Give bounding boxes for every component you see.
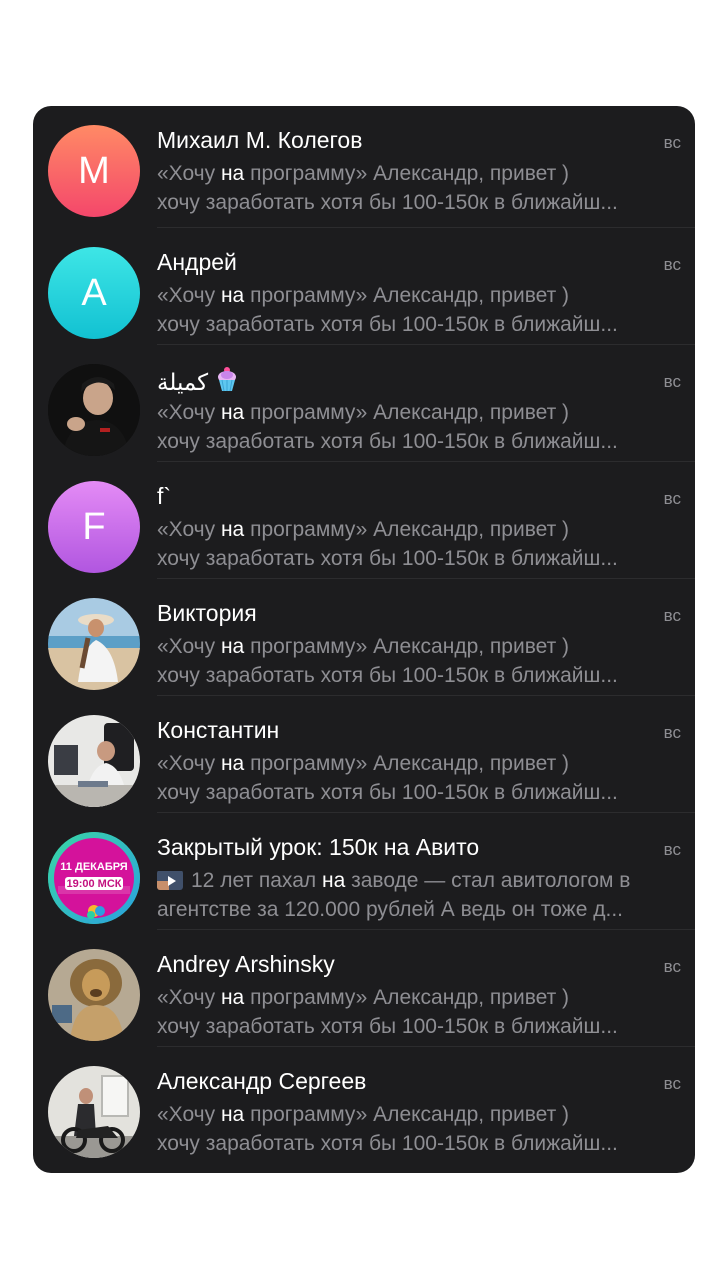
preview-text: программу» Александр, привет ) (244, 518, 570, 541)
preview-line-2: хочу заработать хотя бы 100-150к в ближа… (157, 664, 618, 687)
preview-text: программу» Александр, привет ) (244, 635, 570, 658)
chat-name-text: Закрытый урок: 150к на Авито (157, 834, 480, 860)
preview-highlight: на (321, 869, 346, 892)
chat-name-text: Михаил М. Колегов (157, 127, 363, 153)
chat-time: вс (663, 133, 681, 152)
chat-row[interactable]: А Андрей вс «Хочу на программу» Александ… (33, 228, 695, 345)
preview-text: программу» Александр, привет ) (244, 752, 570, 775)
preview-line-2: агентстве за 120.000 рублей А ведь он то… (157, 898, 623, 921)
avatar-letter: А (81, 271, 107, 314)
motorcycle-photo-icon (48, 1066, 140, 1158)
preview-text: «Хочу (157, 401, 221, 424)
message-preview: 12 лет пахал на заводе — стал авитологом… (157, 866, 681, 924)
preview-text: программу» Александр, привет ) (244, 1103, 570, 1126)
preview-highlight: на (220, 162, 245, 185)
chat-time: вс (663, 372, 681, 391)
preview-line-2: хочу заработать хотя бы 100-150к в ближа… (157, 547, 618, 570)
chat-row[interactable]: М Михаил М. Колегов вс «Хочу на программ… (33, 106, 695, 228)
beach-photo-icon (48, 598, 140, 690)
event-hour: 19:00 МСК (66, 878, 122, 890)
preview-text: «Хочу (157, 1103, 221, 1126)
chat-time: вс (663, 723, 681, 742)
preview-line-2: хочу заработать хотя бы 100-150к в ближа… (157, 313, 618, 336)
preview-highlight: на (220, 986, 245, 1009)
chat-name-text: Андрей (157, 249, 237, 275)
chat-row[interactable]: كميلة вс «Хочу на программу» Александр, … (33, 345, 695, 462)
video-thumbnail-icon (157, 870, 183, 890)
preview-line-2: хочу заработать хотя бы 100-150к в ближа… (157, 191, 618, 214)
chat-row[interactable]: Константин вс «Хочу на программу» Алекса… (33, 696, 695, 813)
chat-name-text: كميلة (157, 368, 209, 395)
chat-name-text: Виктория (157, 600, 257, 626)
chat-name-text: Александр Сергеев (157, 1068, 367, 1094)
message-preview: «Хочу на программу» Александр, привет ) … (157, 281, 681, 339)
chat-name: Andrey Arshinsky (157, 951, 335, 978)
preview-text: программу» Александр, привет ) (244, 284, 570, 307)
message-preview: «Хочу на программу» Александр, привет ) … (157, 515, 681, 573)
chat-name-text: Константин (157, 717, 280, 743)
cupcake-icon (216, 366, 238, 398)
avatar-letter: F (82, 505, 106, 548)
chat-name: Закрытый урок: 150к на Авито (157, 834, 479, 861)
chat-name: Андрей (157, 249, 237, 276)
preview-text: «Хочу (157, 162, 221, 185)
avatar-letter: М (78, 149, 110, 192)
chat-time: вс (663, 1074, 681, 1093)
person-in-black-photo-icon (48, 364, 140, 456)
event-date: 11 ДЕКАБРЯ (60, 861, 128, 873)
chat-row[interactable]: Александр Сергеев вс «Хочу на программу»… (33, 1047, 695, 1164)
preview-highlight: на (220, 635, 245, 658)
avatar: F (48, 481, 140, 573)
chat-list: М Михаил М. Колегов вс «Хочу на программ… (33, 106, 695, 1173)
message-preview: «Хочу на программу» Александр, привет ) … (157, 1100, 681, 1158)
preview-text: «Хочу (157, 986, 221, 1009)
preview-line-2: хочу заработать хотя бы 100-150к в ближа… (157, 430, 618, 453)
preview-text: программу» Александр, привет ) (244, 162, 570, 185)
preview-text: «Хочу (157, 518, 221, 541)
chat-name: Константин (157, 717, 279, 744)
preview-highlight: на (220, 518, 245, 541)
chat-time: вс (663, 489, 681, 508)
preview-highlight: на (220, 1103, 245, 1126)
chat-name-text: Andrey Arshinsky (157, 951, 335, 977)
preview-text: «Хочу (157, 752, 221, 775)
event-badge-icon: 11 ДЕКАБРЯ 19:00 МСК (48, 832, 140, 924)
preview-text: программу» Александр, привет ) (244, 986, 570, 1009)
chat-name-text: f` (157, 483, 172, 509)
chat-row[interactable]: F f` вс «Хочу на программу» Александр, п… (33, 462, 695, 579)
message-preview: «Хочу на программу» Александр, привет ) … (157, 398, 681, 456)
message-preview: «Хочу на программу» Александр, привет ) … (157, 749, 681, 807)
chat-time: вс (663, 606, 681, 625)
chat-row[interactable]: 11 ДЕКАБРЯ 19:00 МСК Закрытый урок: 150к… (33, 813, 695, 930)
chat-time: вс (663, 957, 681, 976)
office-photo-icon (48, 715, 140, 807)
preview-text: программу» Александр, привет ) (244, 401, 570, 424)
preview-text: «Хочу (157, 635, 221, 658)
chat-row[interactable]: Andrey Arshinsky вс «Хочу на программу» … (33, 930, 695, 1047)
message-preview: «Хочу на программу» Александр, привет ) … (157, 983, 681, 1041)
avatar: А (48, 247, 140, 339)
preview-line-2: хочу заработать хотя бы 100-150к в ближа… (157, 781, 618, 804)
chat-name: Михаил М. Колегов (157, 127, 362, 154)
chat-name: Виктория (157, 600, 257, 627)
chat-row[interactable]: Виктория вс «Хочу на программу» Александ… (33, 579, 695, 696)
preview-highlight: на (220, 752, 245, 775)
chat-name: f` (157, 483, 171, 510)
lion-photo-icon (48, 949, 140, 1041)
chat-time: вс (663, 255, 681, 274)
preview-text: «Хочу (157, 284, 221, 307)
preview-line-2: хочу заработать хотя бы 100-150к в ближа… (157, 1132, 618, 1155)
message-preview: «Хочу на программу» Александр, привет ) … (157, 632, 681, 690)
preview-line-2: хочу заработать хотя бы 100-150к в ближа… (157, 1015, 618, 1038)
preview-highlight: на (220, 284, 245, 307)
message-preview: «Хочу на программу» Александр, привет ) … (157, 159, 681, 217)
preview-highlight: на (220, 401, 245, 424)
chat-name: كميلة (157, 366, 238, 398)
avatar: М (48, 125, 140, 217)
chat-name: Александр Сергеев (157, 1068, 366, 1095)
preview-text: заводе — стал авитологом в (345, 869, 631, 892)
preview-text: 12 лет пахал (191, 869, 322, 892)
chat-time: вс (663, 840, 681, 859)
